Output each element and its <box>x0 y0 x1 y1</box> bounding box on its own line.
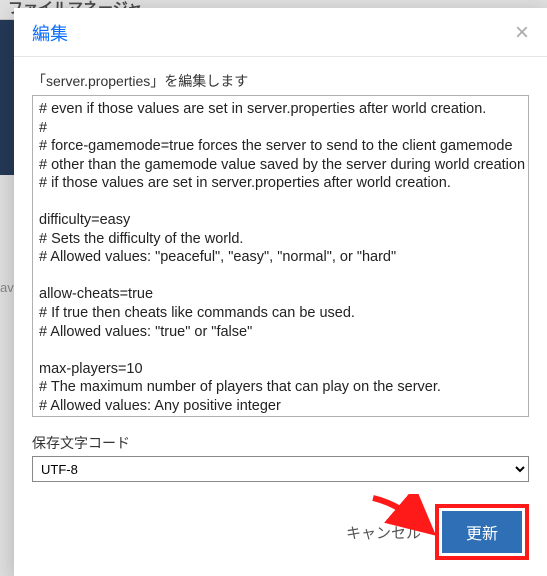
close-icon[interactable]: × <box>515 21 529 45</box>
update-button[interactable]: 更新 <box>442 511 522 553</box>
file-content-editor[interactable] <box>32 95 529 417</box>
encoding-section: 保存文字コード UTF-8 <box>32 433 529 482</box>
dialog-title: 編集 <box>32 20 68 46</box>
dialog-body: 「server.properties」を編集します 保存文字コード UTF-8 <box>14 57 547 486</box>
encoding-select[interactable]: UTF-8 <box>32 456 529 482</box>
update-button-highlight: 更新 <box>435 504 529 560</box>
encoding-label: 保存文字コード <box>32 433 529 453</box>
editing-file-label: 「server.properties」を編集します <box>32 71 529 91</box>
cancel-button[interactable]: キャンセル <box>346 522 421 543</box>
dialog-footer: キャンセル 更新 <box>14 486 547 576</box>
dialog-header: 編集 × <box>14 8 547 57</box>
edit-dialog: 編集 × 「server.properties」を編集します 保存文字コード U… <box>14 8 547 576</box>
